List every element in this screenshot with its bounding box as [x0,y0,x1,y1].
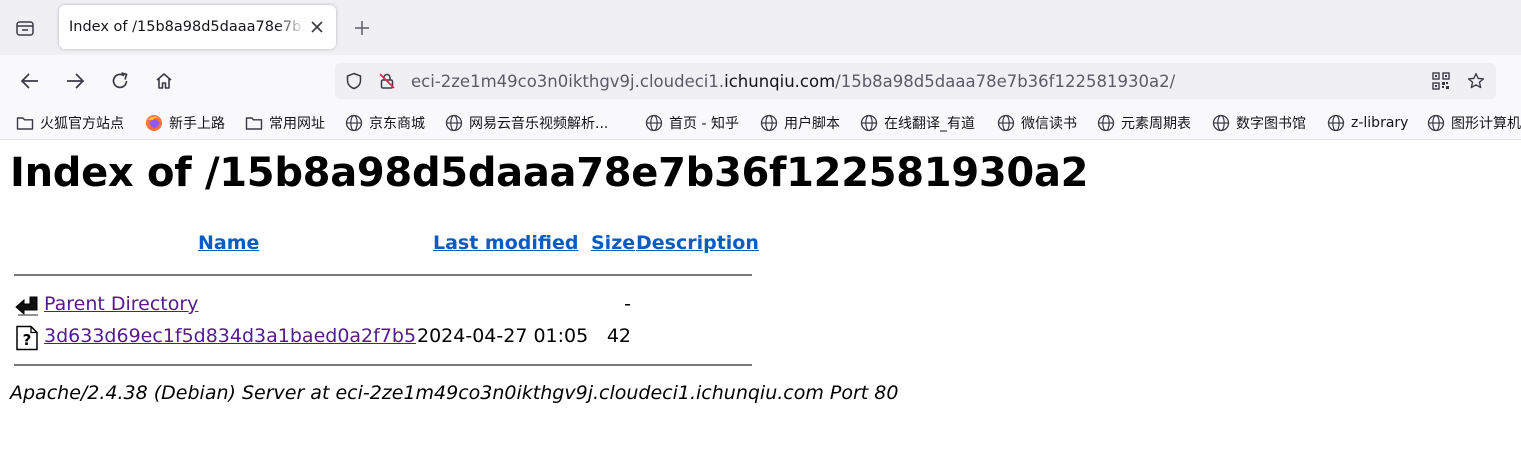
back-icon[interactable] [16,67,44,95]
insecure-connection-lock-icon[interactable] [378,72,396,90]
back-arrow-icon [14,293,40,319]
bookmark-label: 图形计算机 [1451,116,1521,132]
table-row: Parent Directory - [14,290,752,322]
bookmark-item[interactable]: 常用网址 [245,111,325,135]
file-link[interactable]: 3d633d69ec1f5d834d3a1baed0a2f7b5 [44,325,416,347]
bookmark-item[interactable]: 数字图书馆 [1212,111,1306,135]
qr-code-icon[interactable] [1432,72,1450,90]
navigation-toolbar: eci-2ze1m49co3n0ikthgv9j.cloudeci1.ichun… [0,55,1521,107]
directory-listing: Name Last modified Size Description Pare… [14,232,759,366]
tracking-protection-shield-icon[interactable] [345,72,363,90]
url-domain: ichunqiu.com [724,72,836,91]
bookmark-item[interactable]: 新手上路 [145,111,225,135]
bookmark-item[interactable]: 用户脚本 [760,111,840,135]
globe-icon [1212,114,1230,132]
bookmark-item[interactable]: 微信读书 [997,111,1077,135]
list-all-tabs-icon[interactable] [10,14,40,42]
reload-icon[interactable] [106,67,134,95]
url-bar[interactable]: eci-2ze1m49co3n0ikthgv9j.cloudeci1.ichun… [335,63,1496,99]
bookmark-item[interactable]: 在线翻译_有道 [860,111,975,135]
bookmark-item[interactable]: z-library [1327,111,1408,135]
url-text[interactable]: eci-2ze1m49co3n0ikthgv9j.cloudeci1.ichun… [411,72,1175,91]
firefox-icon [145,114,163,132]
close-tab-icon[interactable] [308,18,326,36]
globe-icon [1327,114,1345,132]
bookmark-label: 火狐官方站点 [40,116,124,132]
globe-icon [860,114,878,132]
bookmark-label: 京东商城 [369,116,425,132]
table-row: ? 3d633d69ec1f5d834d3a1baed0a2f7b5 2024-… [14,322,752,354]
sort-by-description-link[interactable]: Description [636,232,759,254]
bookmarks-toolbar: 火狐官方站点 新手上路 常用网址 京东商城 网易云音乐视频解析... 首页 - … [0,107,1521,140]
bookmark-item[interactable]: 火狐官方站点 [16,111,124,135]
svg-text:?: ? [23,331,32,349]
globe-icon [645,114,663,132]
row-size: - [624,293,631,315]
parent-directory-link[interactable]: Parent Directory [44,293,198,315]
globe-icon [1427,114,1445,132]
bookmark-item[interactable]: 网易云音乐视频解析... [445,111,608,135]
bookmark-label: z-library [1351,115,1409,131]
bookmark-label: 数字图书馆 [1236,116,1306,132]
bookmark-label: 微信读书 [1021,116,1077,132]
tab-active[interactable]: Index of /15b8a98d5daaa78e7b36f122581930… [59,5,336,49]
globe-icon [1097,114,1115,132]
globe-icon [445,114,463,132]
row-size: 42 [606,325,631,347]
listing-header: Name Last modified Size Description [14,232,759,274]
sort-by-last-modified-link[interactable]: Last modified [433,232,578,254]
bookmark-label: 常用网址 [269,116,325,132]
forward-icon[interactable] [61,67,89,95]
unknown-file-icon: ? [14,325,40,351]
sort-by-name-link[interactable]: Name [198,232,259,254]
bookmark-label: 网易云音乐视频解析... [469,116,609,132]
footer-divider [14,364,752,366]
bookmark-item[interactable]: 京东商城 [345,111,425,135]
page-title: Index of /15b8a98d5daaa78e7b36f122581930… [10,150,1089,196]
bookmark-label: 新手上路 [169,116,225,132]
bookmark-label: 首页 - 知乎 [669,116,739,132]
bookmark-label: 元素周期表 [1121,116,1191,132]
folder-icon [16,114,34,132]
new-tab-icon[interactable] [349,14,375,42]
home-icon[interactable] [150,67,178,95]
url-prefix: eci-2ze1m49co3n0ikthgv9j.cloudeci1. [411,72,725,91]
bookmark-label: 用户脚本 [784,116,840,132]
folder-icon [245,114,263,132]
sort-by-size-link[interactable]: Size [591,232,635,254]
bookmark-label: 在线翻译_有道 [884,116,975,132]
bookmark-star-icon[interactable] [1467,72,1485,90]
globe-icon [760,114,778,132]
bookmark-item[interactable]: 图形计算机 [1427,111,1521,135]
globe-icon [345,114,363,132]
url-path: /15b8a98d5daaa78e7b36f122581930a2/ [835,72,1176,91]
row-modified: 2024-04-27 01:05 [417,325,589,347]
globe-icon [997,114,1015,132]
bookmark-item[interactable]: 元素周期表 [1097,111,1191,135]
tab-title: Index of /15b8a98d5daaa78e7b36f122581930… [69,19,305,35]
tab-strip: Index of /15b8a98d5daaa78e7b36f122581930… [0,0,1521,55]
bookmark-item[interactable]: 首页 - 知乎 [645,111,739,135]
server-signature: Apache/2.4.38 (Debian) Server at eci-2ze… [10,382,899,404]
